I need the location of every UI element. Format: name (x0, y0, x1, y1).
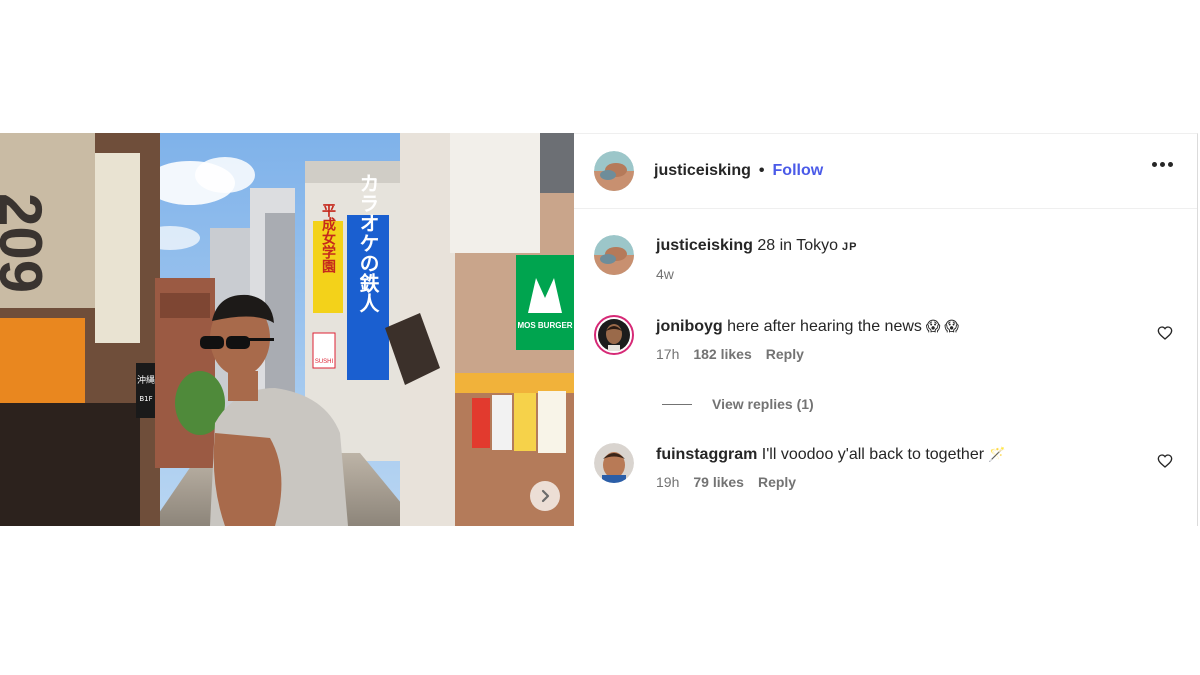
comment-likes[interactable]: 79 likes (693, 474, 744, 490)
instagram-post: MOS BURGER カラオケの鉄人 平成女学園 SUSHI 209 沖縄 B1… (0, 133, 1198, 526)
reply-button[interactable]: Reply (758, 474, 796, 490)
comment-likes[interactable]: 182 likes (693, 346, 751, 362)
karaoke-sign-text: カラオケの鉄人 (356, 173, 380, 313)
replies-line (662, 403, 692, 405)
avatar-image (594, 235, 634, 275)
more-options-button[interactable] (1152, 162, 1173, 167)
yellow-sign-text: 平成女学園 (320, 203, 336, 274)
comment-item: fuinstaggram I'll voodoo y'all back to t… (594, 443, 1177, 490)
post-photo[interactable]: MOS BURGER カラオケの鉄人 平成女学園 SUSHI 209 沖縄 B1… (0, 133, 574, 526)
caption-time[interactable]: 4w (656, 266, 674, 282)
avatar-image (594, 443, 634, 483)
view-replies-button[interactable]: View replies (1) (662, 396, 814, 412)
reply-button[interactable]: Reply (766, 346, 804, 362)
comment-item: joniboyg here after hearing the news 😱 😱 … (594, 315, 1177, 362)
okinawa-sign: 沖縄 (137, 374, 155, 386)
commenter-avatar[interactable] (594, 315, 634, 355)
sushi-sign-text: SUSHI (315, 359, 334, 365)
author-username[interactable]: justiceisking (654, 162, 751, 180)
commenter-avatar[interactable] (594, 443, 634, 483)
comment-emoji: 😱 😱 (925, 318, 959, 334)
header-separator: • (758, 162, 765, 179)
more-dot-icon (1160, 162, 1165, 167)
view-replies-label: View replies (1) (712, 396, 814, 412)
avatar-image (594, 151, 634, 191)
chevron-right-icon (541, 489, 550, 503)
comment-text: here after hearing the news (727, 318, 922, 335)
heart-icon[interactable] (1157, 325, 1173, 341)
comment-username[interactable]: fuinstaggram (656, 446, 757, 463)
caption-text: 28 in Tokyo (757, 237, 839, 254)
carousel-next-button[interactable] (530, 481, 560, 511)
caption-username[interactable]: justiceisking (656, 237, 753, 254)
comment-time[interactable]: 17h (656, 346, 679, 362)
comments-panel: justiceisking • Follow justiceisking 28 … (574, 133, 1198, 526)
follow-button[interactable]: Follow (773, 162, 824, 180)
comment-text: I'll voodoo y'all back to together (761, 446, 985, 463)
post-header: justiceisking • Follow (574, 134, 1197, 209)
comment-username[interactable]: joniboyg (656, 318, 723, 335)
avatar-image (598, 319, 630, 351)
jp-flag: JP (842, 241, 858, 253)
more-dot-icon (1152, 162, 1157, 167)
comment-time[interactable]: 19h (656, 474, 679, 490)
floor-sign: B1F (139, 395, 152, 403)
caption: justiceisking 28 in Tokyo JP 4w (594, 235, 1177, 282)
heart-icon[interactable] (1157, 453, 1173, 469)
mos-sign-text: MOS BURGER (517, 321, 572, 330)
caption-avatar[interactable] (594, 235, 634, 275)
more-dot-icon (1168, 162, 1173, 167)
author-avatar[interactable] (594, 151, 634, 191)
left-building-sign: 209 (0, 193, 54, 293)
comment-emoji: 🪄 (988, 446, 1006, 462)
street-scene-image: MOS BURGER カラオケの鉄人 平成女学園 SUSHI 209 沖縄 B1… (0, 133, 574, 526)
